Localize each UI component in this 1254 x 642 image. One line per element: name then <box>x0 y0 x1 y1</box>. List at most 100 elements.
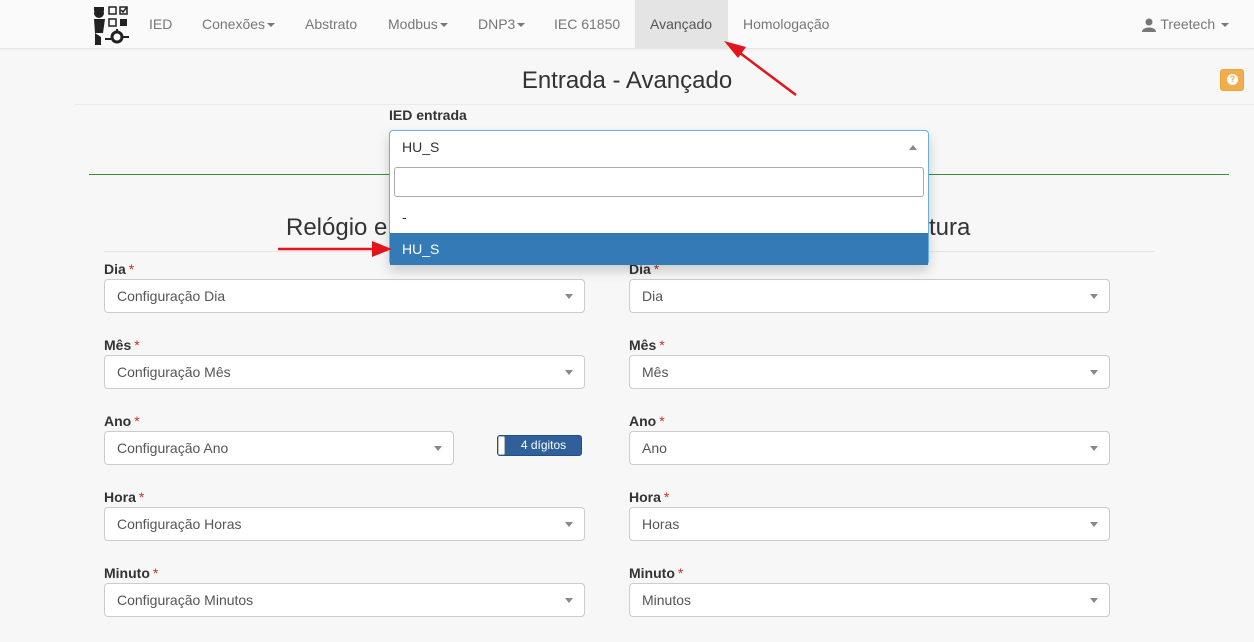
nav-dnp3[interactable]: DNP3 <box>463 0 540 48</box>
left-mes-label: Mês * <box>104 337 140 353</box>
left-minuto-label: Minuto * <box>104 565 158 581</box>
chevron-down-icon <box>1090 598 1098 603</box>
dropdown-option-highlighted[interactable]: HU_S <box>390 233 928 265</box>
right-mes-label: Mês * <box>629 337 665 353</box>
right-mes-select[interactable]: Mês <box>629 355 1110 389</box>
required-mark: * <box>128 261 135 277</box>
select-value: Ano <box>642 440 667 456</box>
chevron-down-icon <box>434 446 442 451</box>
left-hora-label: Hora * <box>104 489 144 505</box>
chevron-down-icon <box>1090 294 1098 299</box>
nav-abstrato-label: Abstrato <box>305 16 358 32</box>
required-mark: * <box>152 565 159 581</box>
user-name: Treetech <box>1160 16 1216 32</box>
nav-avancado-label: Avançado <box>650 16 713 32</box>
chevron-down-icon <box>565 522 573 527</box>
label-text: Hora <box>104 489 136 505</box>
nav-iec61850[interactable]: IEC 61850 <box>539 0 635 48</box>
right-hora-label: Hora * <box>629 489 669 505</box>
select-value: Configuração Mês <box>117 364 231 380</box>
page-title: Entrada - Avançado <box>521 67 733 94</box>
left-dia-label: Dia * <box>104 261 134 277</box>
chevron-down-icon <box>1221 23 1229 28</box>
select-value: Dia <box>642 288 664 304</box>
label-text: Minuto <box>104 565 150 581</box>
nav-homologacao-label: Homologação <box>743 16 830 32</box>
left-mes-select[interactable]: Configuração Mês <box>104 355 585 389</box>
nav-dnp3-label: DNP3 <box>478 16 516 32</box>
required-mark: * <box>134 337 140 353</box>
annotation-arrow-option <box>278 241 392 257</box>
required-mark: * <box>659 337 665 353</box>
user-menu[interactable]: Treetech <box>1142 0 1229 48</box>
select-value: Configuração Minutos <box>117 592 254 608</box>
chevron-down-icon <box>565 598 573 603</box>
toggle-label: 4 dígitos <box>520 438 567 452</box>
label-text: Mês <box>629 337 657 353</box>
chevron-down-icon <box>1090 446 1098 451</box>
nav-ied[interactable]: IED <box>134 0 187 48</box>
left-dia-select[interactable]: Configuração Dia <box>104 279 585 313</box>
section-title-left: Relógio e <box>286 214 388 241</box>
chevron-down-icon <box>565 370 573 375</box>
help-icon: ? <box>1227 74 1238 85</box>
label-text: Ano <box>104 413 132 429</box>
label-text: Mês <box>104 337 132 353</box>
nav-abstrato[interactable]: Abstrato <box>290 0 372 48</box>
annotation-arrows <box>278 41 797 257</box>
select-value: Configuração Horas <box>117 516 242 532</box>
chevron-down-icon <box>565 294 573 299</box>
nav-avancado[interactable]: Avançado <box>635 0 728 48</box>
right-minuto-select[interactable]: Minutos <box>629 583 1110 617</box>
right-minuto-label: Minuto * <box>629 565 683 581</box>
ied-entrada-label: IED entrada <box>389 107 467 123</box>
select-value: Horas <box>642 516 680 532</box>
nav-conexoes-label: Conexões <box>202 16 266 32</box>
nav-ied-label: IED <box>149 16 173 32</box>
top-navbar: IED Conexões Abstrato Modbus DNP3 IEC 61… <box>0 0 1254 49</box>
dropdown-option[interactable]: - <box>390 201 928 233</box>
right-dia-select[interactable]: Dia <box>629 279 1110 313</box>
required-mark: * <box>138 489 145 505</box>
chevron-down-icon <box>517 23 526 28</box>
nav-modbus-label: Modbus <box>388 16 438 32</box>
required-mark: * <box>663 489 670 505</box>
chevron-down-icon <box>439 23 448 28</box>
label-text: Ano <box>629 413 657 429</box>
section-title-right: tura <box>929 214 971 241</box>
select-value: Configuração Ano <box>117 440 229 456</box>
right-hora-select[interactable]: Horas <box>629 507 1110 541</box>
four-digits-toggle[interactable]: 4 dígitos <box>497 435 582 456</box>
divider <box>74 104 1254 105</box>
left-ano-select[interactable]: Configuração Ano <box>104 431 454 465</box>
nav-iec61850-label: IEC 61850 <box>554 16 621 32</box>
help-button[interactable]: ? <box>1220 69 1244 91</box>
select-value: Configuração Dia <box>117 288 226 304</box>
nav-modbus[interactable]: Modbus <box>373 0 463 48</box>
required-mark: * <box>659 413 665 429</box>
left-hora-select[interactable]: Configuração Horas <box>104 507 585 541</box>
left-minuto-select[interactable]: Configuração Minutos <box>104 583 585 617</box>
chevron-down-icon <box>1090 370 1098 375</box>
right-ano-label: Ano * <box>629 413 665 429</box>
user-icon <box>1142 18 1157 33</box>
chevron-down-icon <box>267 23 276 28</box>
toggle-knob <box>498 436 505 455</box>
label-text: Hora <box>629 489 661 505</box>
select-value: Minutos <box>642 592 692 608</box>
required-mark: * <box>677 565 684 581</box>
nav-homologacao[interactable]: Homologação <box>728 0 844 48</box>
ied-entrada-select[interactable]: HU_S - HU_S <box>389 130 929 265</box>
chevron-up-icon <box>909 145 917 150</box>
label-text: Minuto <box>629 565 675 581</box>
chevron-down-icon <box>1090 522 1098 527</box>
select-value: HU_S <box>402 139 440 155</box>
treetech-logo-icon[interactable] <box>91 3 133 47</box>
label-text: Dia <box>104 261 126 277</box>
left-ano-label: Ano * <box>104 413 140 429</box>
select-value: Mês <box>642 364 669 380</box>
dropdown-search-input[interactable] <box>394 167 924 197</box>
nav-conexoes[interactable]: Conexões <box>187 0 290 48</box>
required-mark: * <box>134 413 140 429</box>
right-ano-select[interactable]: Ano <box>629 431 1110 465</box>
